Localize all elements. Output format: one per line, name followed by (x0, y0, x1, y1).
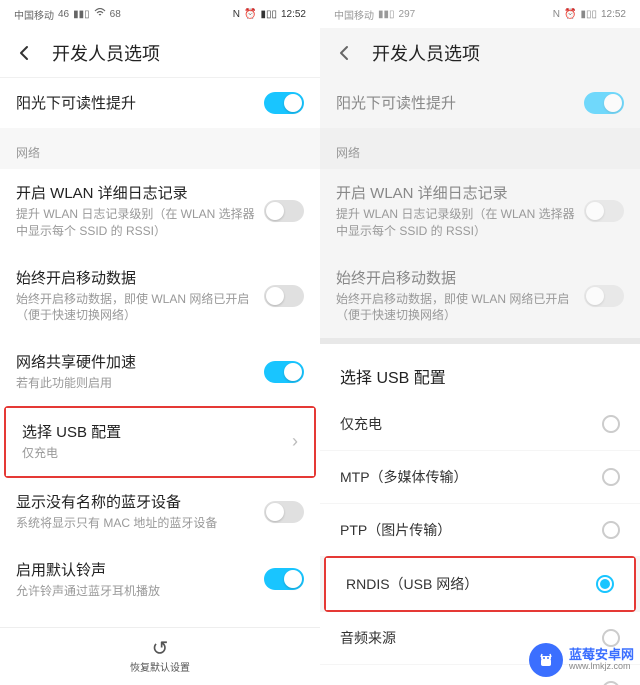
app-bar: 开发人员选项 (320, 28, 640, 78)
row-always-mobile[interactable]: 始终开启移动数据 始终开启移动数据，即使 WLAN 网络已开启（便于快速切换网络… (0, 254, 320, 339)
clock: 12:52 (601, 9, 626, 20)
highlight-rndis: RNDIS（USB 网络） (324, 556, 636, 612)
row-desc: 始终开启移动数据，即使 WLAN 网络已开启（便于快速切换网络） (336, 291, 584, 325)
radio-icon-selected (596, 575, 614, 593)
option-label: 音频来源 (340, 628, 396, 648)
section-network: 网络 (0, 128, 320, 169)
battery-icon: ▮▯▯ (260, 9, 277, 20)
page-title: 开发人员选项 (52, 40, 160, 66)
highlight-usb-config: 选择 USB 配置 仅充电 › (4, 406, 316, 478)
toggle-always-mobile[interactable] (264, 285, 304, 307)
alarm-icon: ⏰ (564, 9, 576, 20)
watermark: 蓝莓安卓网 www.lmkjz.com (529, 643, 634, 677)
radio-icon (602, 681, 620, 685)
row-title: 选择 USB 配置 (22, 422, 292, 443)
section-network: 网络 (320, 128, 640, 169)
toggle-sunlight (584, 92, 624, 114)
app-bar: 开发人员选项 (0, 28, 320, 78)
option-label: PTP（图片传输） (340, 520, 451, 540)
screenshot-right: 中国移动 ▮▮▯ 297 N ⏰ ▮▯▯ 12:52 开发人员选项 阳光下可读性… (320, 0, 640, 685)
back-button[interactable] (334, 42, 356, 64)
signal-sub: 46 (58, 9, 69, 20)
restore-icon[interactable]: ↺ (152, 639, 169, 659)
bottom-bar: ↺ 恢复默认设置 (0, 627, 320, 685)
battery-pct: 297 (399, 9, 416, 20)
nfc-icon: N (553, 9, 560, 20)
row-hw-accel[interactable]: 网络共享硬件加速 若有此功能则启用 (0, 338, 320, 406)
row-title: 阳光下可读性提升 (336, 93, 584, 114)
toggle-wlan-log (584, 200, 624, 222)
row-title: 启用默认铃声 (16, 560, 264, 581)
battery-icon: ▮▯▯ (580, 9, 597, 20)
row-desc: 系统将显示只有 MAC 地址的蓝牙设备 (16, 515, 264, 532)
row-default-ring[interactable]: 启用默认铃声 允许铃声通过蓝牙耳机播放 (0, 546, 320, 614)
option-mtp[interactable]: MTP（多媒体传输） (320, 450, 640, 503)
option-charge[interactable]: 仅充电 (320, 398, 640, 450)
row-desc: 始终开启移动数据，即使 WLAN 网络已开启（便于快速切换网络） (16, 291, 264, 325)
row-desc: 提升 WLAN 日志记录级别（在 WLAN 选择器中显示每个 SSID 的 RS… (16, 206, 264, 240)
wifi-icon (94, 8, 106, 21)
option-label: RNDIS（USB 网络） (346, 574, 478, 594)
row-title: 阳光下可读性提升 (16, 93, 264, 114)
row-title: 始终开启移动数据 (336, 268, 584, 289)
row-wlan-log: 开启 WLAN 详细日志记录 提升 WLAN 日志记录级别（在 WLAN 选择器… (320, 169, 640, 254)
row-title: 开启 WLAN 详细日志记录 (336, 183, 584, 204)
alarm-icon: ⏰ (244, 9, 256, 20)
row-title: 始终开启移动数据 (16, 268, 264, 289)
signal-icon: ▮▮▯ (73, 9, 90, 20)
radio-icon (602, 521, 620, 539)
toggle-hw-accel[interactable] (264, 361, 304, 383)
row-title: 开启 WLAN 详细日志记录 (16, 183, 264, 204)
toggle-sunlight[interactable] (264, 92, 304, 114)
watermark-icon (529, 643, 563, 677)
row-wlan-log[interactable]: 开启 WLAN 详细日志记录 提升 WLAN 日志记录级别（在 WLAN 选择器… (0, 169, 320, 254)
carrier-text: 中国移动 (14, 7, 54, 22)
nfc-icon: N (233, 9, 240, 20)
toggle-wlan-log[interactable] (264, 200, 304, 222)
battery-pct: 68 (110, 9, 121, 20)
option-rndis[interactable]: RNDIS（USB 网络） (326, 558, 634, 610)
row-always-mobile: 始终开启移动数据 始终开启移动数据，即使 WLAN 网络已开启（便于快速切换网络… (320, 254, 640, 339)
back-button[interactable] (14, 42, 36, 64)
radio-icon (602, 468, 620, 486)
row-bt-noname[interactable]: 显示没有名称的蓝牙设备 系统将显示只有 MAC 地址的蓝牙设备 (0, 478, 320, 546)
row-sunlight: 阳光下可读性提升 (320, 78, 640, 128)
row-desc: 若有此功能则启用 (16, 375, 264, 392)
watermark-url: www.lmkjz.com (569, 662, 634, 672)
carrier-text: 中国移动 (334, 7, 374, 22)
toggle-always-mobile (584, 285, 624, 307)
option-label: 仅充电 (340, 414, 382, 434)
row-sunlight[interactable]: 阳光下可读性提升 (0, 78, 320, 128)
toggle-bt-noname[interactable] (264, 501, 304, 523)
toggle-default-ring[interactable] (264, 568, 304, 590)
option-ptp[interactable]: PTP（图片传输） (320, 503, 640, 556)
screenshot-left: 中国移动 46 ▮▮▯ 68 N ⏰ ▮▯▯ 12:52 开发人员选项 阳 (0, 0, 320, 685)
status-bar: 中国移动 ▮▮▯ 297 N ⏰ ▮▯▯ 12:52 (320, 0, 640, 28)
row-title: 网络共享硬件加速 (16, 352, 264, 373)
row-desc: 提升 WLAN 日志记录级别（在 WLAN 选择器中显示每个 SSID 的 RS… (336, 206, 584, 240)
page-title: 开发人员选项 (372, 40, 480, 66)
sheet-title: 选择 USB 配置 (320, 344, 640, 398)
row-value: 仅充电 (22, 445, 292, 462)
status-bar: 中国移动 46 ▮▮▯ 68 N ⏰ ▮▯▯ 12:52 (0, 0, 320, 28)
row-usb-config[interactable]: 选择 USB 配置 仅充电 › (6, 408, 314, 476)
watermark-name: 蓝莓安卓网 (569, 648, 634, 662)
clock: 12:52 (281, 9, 306, 20)
signal-icon: ▮▮▯ (378, 9, 395, 20)
restore-label[interactable]: 恢复默认设置 (130, 659, 190, 674)
row-desc: 允许铃声通过蓝牙耳机播放 (16, 583, 264, 600)
radio-icon (602, 415, 620, 433)
option-label: MTP（多媒体传输） (340, 467, 468, 487)
row-title: 显示没有名称的蓝牙设备 (16, 492, 264, 513)
chevron-right-icon: › (292, 431, 298, 452)
